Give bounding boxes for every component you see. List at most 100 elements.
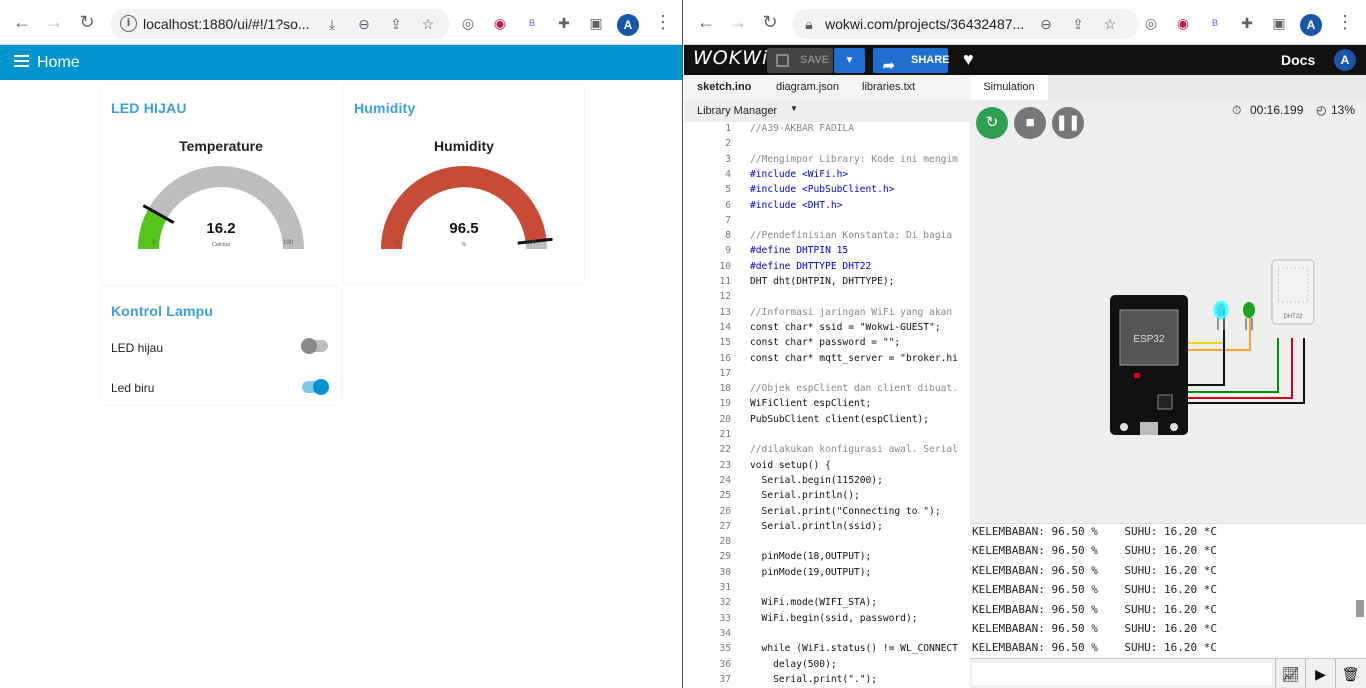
profile-avatar[interactable]: A bbox=[1300, 14, 1322, 36]
code-line: Serial.print("Connecting to "); bbox=[750, 505, 941, 517]
trash-icon[interactable]: 🗑︎ bbox=[1335, 659, 1365, 688]
back-icon[interactable]: ← bbox=[696, 12, 716, 32]
line-number: 16 bbox=[719, 352, 731, 364]
temperature-gauge: 16.2 Celcius 0 100 bbox=[138, 166, 304, 249]
simulation-tabbar: Simulation bbox=[970, 75, 1366, 100]
line-number: 3 bbox=[725, 153, 731, 165]
tab-sketch-ino[interactable]: sketch.ino bbox=[697, 81, 751, 93]
menu-kebab-icon[interactable]: ⋮ bbox=[654, 12, 672, 32]
zoom-icon[interactable]: ⊖ bbox=[355, 15, 373, 33]
bookmark-star-icon[interactable]: ☆ bbox=[419, 15, 437, 33]
wokwi-header: WOKWi SAVE ▼ ➦ SHARE ♥ Docs A bbox=[684, 45, 1366, 75]
code-line: while (WiFi.status() != WL_CONNECT bbox=[750, 643, 958, 655]
install-icon[interactable]: ⤓ bbox=[323, 15, 341, 33]
lock-icon[interactable]: 🔒︎ bbox=[800, 15, 818, 33]
heart-icon[interactable]: ♥ bbox=[963, 49, 974, 70]
led-hijau-toggle[interactable] bbox=[301, 338, 328, 354]
docs-link[interactable]: Docs bbox=[1281, 52, 1315, 68]
gauge-value: 96.5 bbox=[449, 220, 478, 237]
line-number: 29 bbox=[719, 551, 731, 563]
right-browser-window: ← → ↻ 🔒︎ wokwi.com/projects/36432487... … bbox=[684, 0, 1366, 688]
save-dropdown-button[interactable]: ▼ bbox=[834, 48, 865, 73]
wokwi-logo[interactable]: WOKWi bbox=[693, 47, 768, 69]
menu-kebab-icon[interactable]: ⋮ bbox=[1336, 12, 1354, 32]
code-line: Serial.println(ssid); bbox=[750, 520, 883, 532]
gauge-unit: % bbox=[462, 242, 467, 248]
serial-input-bar: 📈︎ ▶ 🗑︎ bbox=[970, 658, 1366, 688]
serial-input[interactable] bbox=[972, 663, 1272, 685]
profile-avatar[interactable]: A bbox=[617, 14, 639, 36]
line-number: 26 bbox=[719, 505, 731, 517]
code-line: Serial.begin(115200); bbox=[750, 474, 883, 486]
led-biru-toggle[interactable] bbox=[302, 379, 329, 395]
library-dropdown-icon[interactable]: ▼ bbox=[790, 104, 798, 113]
forward-icon[interactable]: → bbox=[728, 12, 748, 32]
code-line: #include <WiFi.h> bbox=[750, 168, 849, 180]
forward-icon[interactable]: → bbox=[44, 12, 64, 32]
code-line: //Mengimpor Library: Kode ini mengim bbox=[750, 153, 958, 165]
tab-diagram-json[interactable]: diagram.json bbox=[776, 81, 839, 93]
extension-b-icon[interactable]: B bbox=[1206, 14, 1224, 32]
plotter-icon[interactable]: 📈︎ bbox=[1275, 659, 1305, 688]
restart-simulation-button[interactable]: ↻ bbox=[976, 107, 1008, 139]
line-number: 21 bbox=[719, 429, 731, 440]
share-icon[interactable]: ⇪ bbox=[387, 15, 405, 33]
zoom-icon[interactable]: ⊖ bbox=[1037, 15, 1055, 33]
tab-libraries-txt[interactable]: libraries.txt bbox=[862, 81, 915, 93]
extension-color-icon[interactable]: ◉ bbox=[1174, 14, 1192, 32]
serial-line: KELEMBABAN: 96.50 % SUHU: 16.20 *C bbox=[972, 563, 1218, 577]
serial-scrollbar-thumb[interactable] bbox=[1356, 600, 1364, 617]
back-icon[interactable]: ← bbox=[12, 12, 32, 32]
side-panel-icon[interactable]: ▣ bbox=[1270, 14, 1288, 32]
side-panel-icon[interactable]: ▣ bbox=[587, 14, 605, 32]
share-button[interactable]: ➦ SHARE bbox=[873, 48, 950, 73]
line-number: 32 bbox=[719, 597, 731, 609]
line-number: 13 bbox=[719, 306, 731, 318]
extension-color-icon[interactable]: ◉ bbox=[491, 14, 509, 32]
line-number: 23 bbox=[719, 459, 731, 471]
simulation-canvas[interactable]: ↻ ■ ❚❚ ⏱ 00:16.199 ◴ 13% ESP32 DHT22 bbox=[970, 100, 1366, 523]
line-number: 31 bbox=[719, 582, 731, 593]
site-info-icon[interactable]: i bbox=[120, 15, 137, 32]
gauge-unit: Celcius bbox=[212, 242, 230, 248]
line-number: 25 bbox=[719, 490, 731, 502]
line-number: 20 bbox=[719, 413, 731, 425]
line-number: 9 bbox=[725, 245, 731, 257]
bookmark-star-icon[interactable]: ☆ bbox=[1101, 15, 1119, 33]
control-card: Kontrol Lampu LED hijau Led biru bbox=[101, 287, 341, 405]
left-browser-window: ← → ↻ i localhost:1880/ui/#!/1?so... ⤓ ⊖… bbox=[0, 0, 683, 688]
address-bar[interactable]: 🔒︎ wokwi.com/projects/36432487... ⊖ ⇪ ☆ bbox=[792, 9, 1139, 39]
serial-monitor: KELEMBABAN: 96.50 % SUHU: 16.20 *C KELEMB… bbox=[970, 523, 1366, 658]
code-line: #include <DHT.h> bbox=[750, 199, 843, 211]
library-manager-bar[interactable]: Library Manager ▼ bbox=[684, 100, 970, 122]
extension-b-icon[interactable]: B bbox=[523, 14, 541, 32]
share-icon[interactable]: ⇪ bbox=[1069, 15, 1087, 33]
line-number: 17 bbox=[719, 367, 731, 379]
extensions-puzzle-icon[interactable]: ✚ bbox=[1238, 14, 1256, 32]
extension-lens-icon[interactable]: ◎ bbox=[1142, 14, 1160, 32]
play-icon[interactable]: ▶ bbox=[1305, 659, 1335, 688]
reload-icon[interactable]: ↻ bbox=[77, 12, 97, 32]
line-number: 18 bbox=[719, 383, 731, 395]
dashboard-header: Home bbox=[0, 45, 682, 80]
gauge-card-humidity: Humidity Humidity 96.5 % 0 100 bbox=[344, 84, 584, 284]
stop-simulation-button[interactable]: ■ bbox=[1014, 107, 1046, 139]
speed-icon: ◴ bbox=[1316, 103, 1327, 117]
hamburger-menu-icon[interactable] bbox=[14, 55, 29, 67]
pause-simulation-button[interactable]: ❚❚ bbox=[1052, 107, 1084, 139]
save-button[interactable]: SAVE bbox=[767, 48, 833, 73]
extensions-puzzle-icon[interactable]: ✚ bbox=[555, 14, 573, 32]
line-number: 30 bbox=[719, 566, 731, 578]
code-editor[interactable]: 1//A39-AKBAR FADILA 2 3//Mengimpor Library… bbox=[684, 122, 970, 688]
wokwi-avatar[interactable]: A bbox=[1334, 49, 1356, 71]
code-line: delay(500); bbox=[750, 658, 837, 670]
reload-icon[interactable]: ↻ bbox=[760, 12, 780, 32]
code-line: #define DHTPIN 15 bbox=[750, 245, 849, 257]
circuit-diagram: ESP32 DHT22 bbox=[1110, 259, 1315, 435]
code-line: #define DHTTYPE DHT22 bbox=[750, 260, 872, 272]
extension-lens-icon[interactable]: ◎ bbox=[459, 14, 477, 32]
tab-simulation[interactable]: Simulation bbox=[970, 75, 1048, 100]
code-line: //dilakukan konfigurasi awal. Serial bbox=[750, 444, 958, 456]
line-number: 35 bbox=[719, 643, 731, 655]
address-bar[interactable]: i localhost:1880/ui/#!/1?so... ⤓ ⊖ ⇪ ☆ bbox=[110, 9, 450, 39]
